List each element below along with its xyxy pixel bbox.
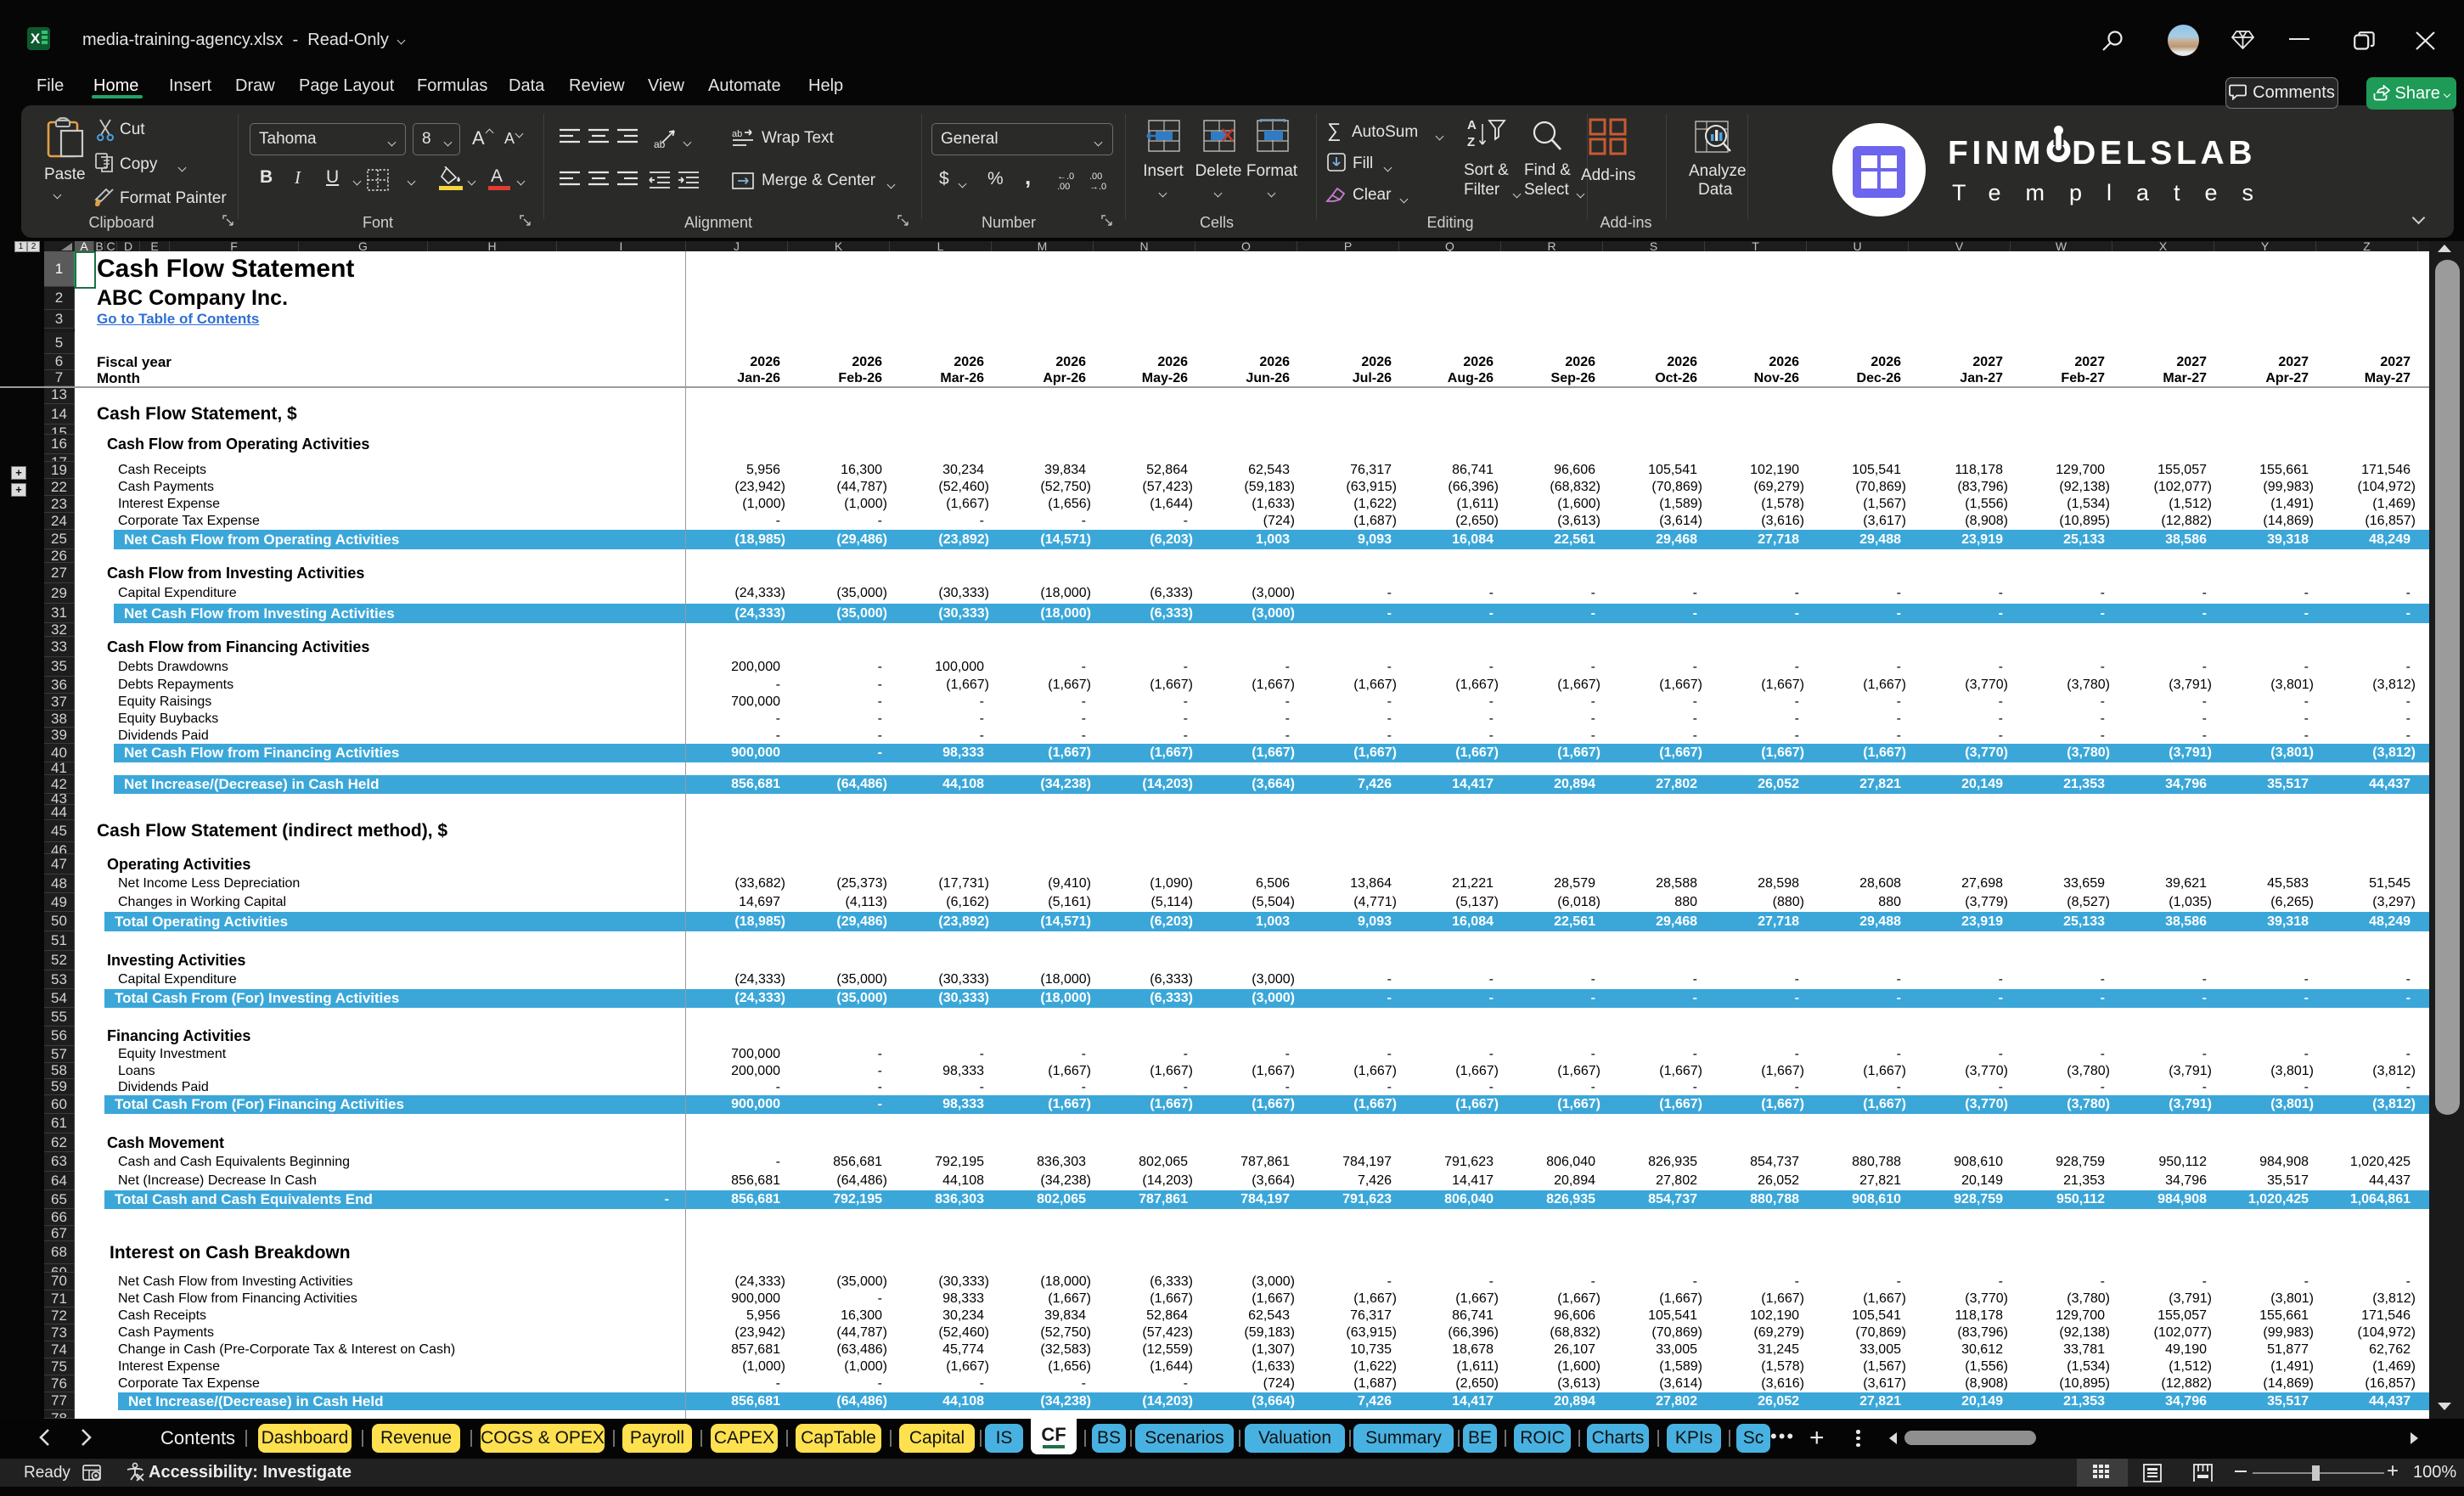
svg-text:ab: ab [732,129,742,139]
svg-text:←.0: ←.0 [1057,172,1074,182]
svg-text:.00: .00 [1057,182,1070,191]
svg-text:Z: Z [1467,135,1475,149]
svg-text:ab: ab [654,138,666,149]
svg-text:A: A [1467,118,1477,132]
svg-text:.00: .00 [1089,172,1102,182]
svg-text:→.0: →.0 [1089,182,1106,191]
